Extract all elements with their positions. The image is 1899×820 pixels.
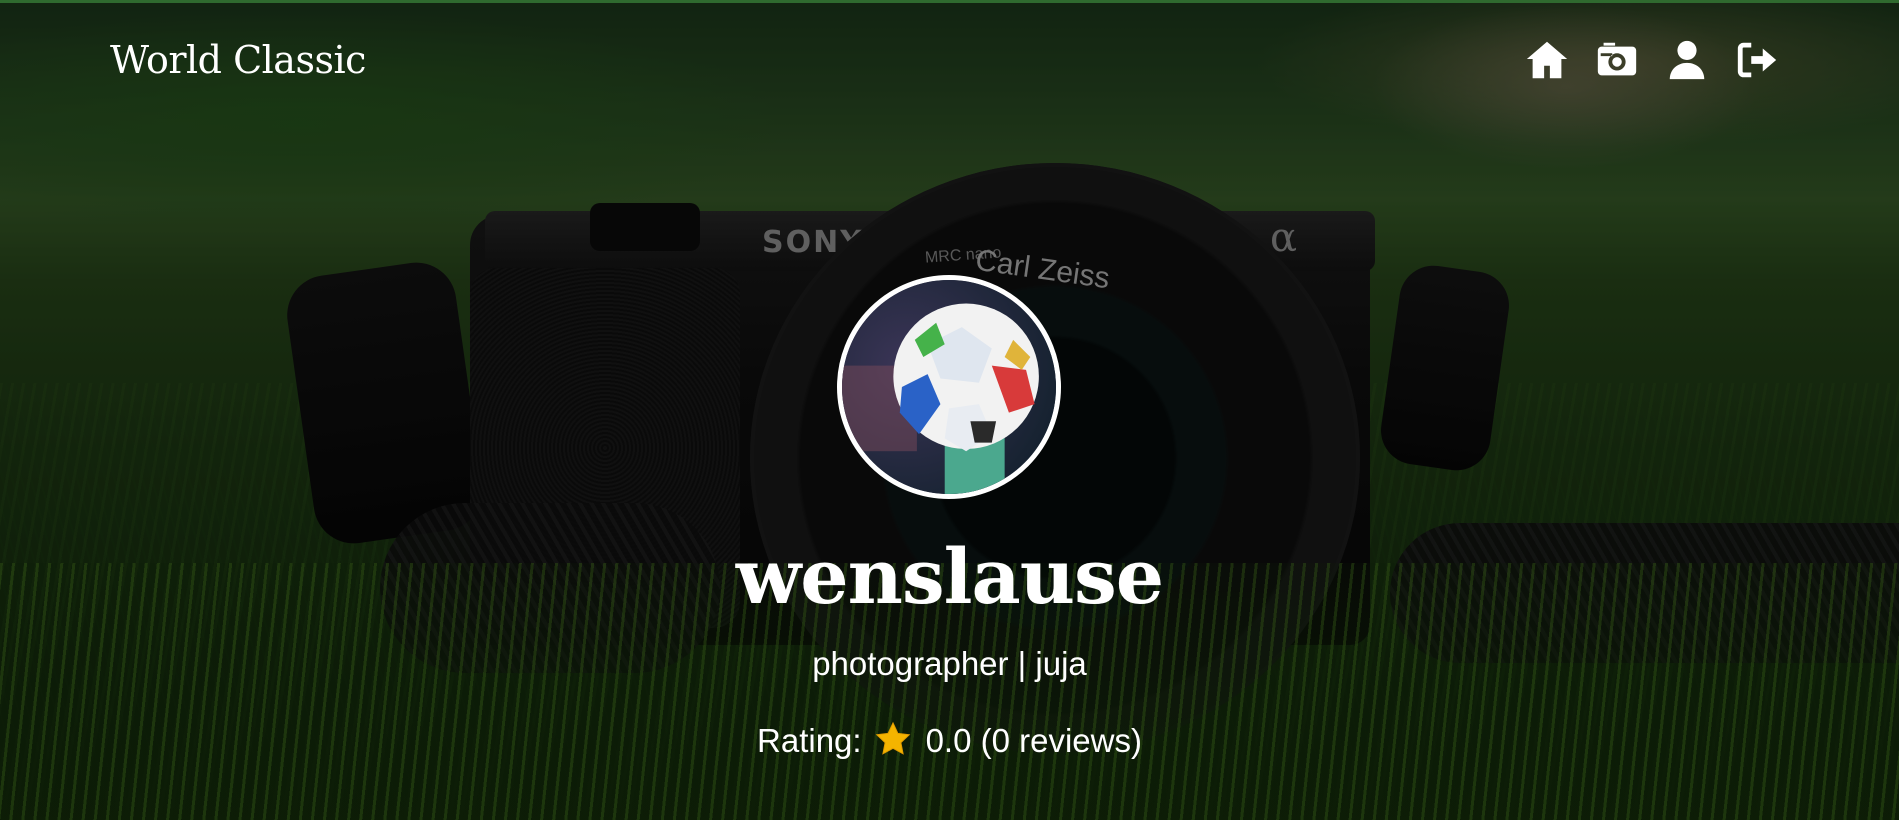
profile-rating: Rating: 0.0 (0 reviews) bbox=[0, 720, 1899, 760]
top-navbar: World Classic bbox=[0, 0, 1899, 120]
profile-username: wenslause bbox=[735, 532, 1164, 621]
rating-value: 0.0 (0 reviews) bbox=[925, 722, 1142, 759]
profile-avatar[interactable] bbox=[837, 275, 1061, 499]
profile-subtitle: photographer | juja bbox=[812, 645, 1087, 682]
soccer-ball-avatar-icon bbox=[842, 280, 1056, 494]
logout-icon[interactable] bbox=[1732, 36, 1782, 84]
star-icon bbox=[874, 720, 912, 758]
camera-icon[interactable] bbox=[1592, 36, 1642, 84]
rating-label: Rating: bbox=[757, 722, 862, 759]
home-icon[interactable] bbox=[1522, 36, 1572, 84]
nav-icon-group bbox=[1522, 36, 1782, 84]
user-icon[interactable] bbox=[1662, 36, 1712, 84]
brand-logo-link[interactable]: World Classic bbox=[110, 38, 366, 82]
